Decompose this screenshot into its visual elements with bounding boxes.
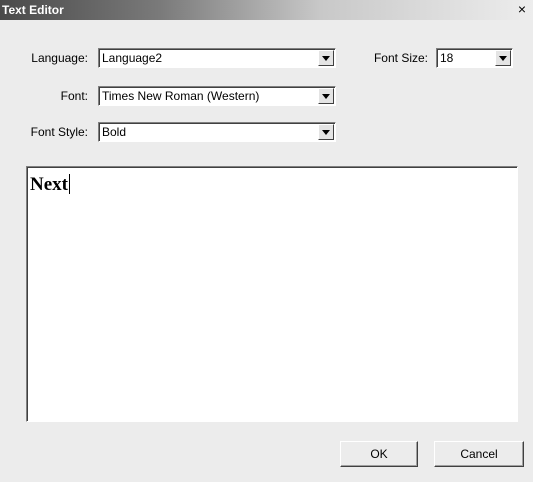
chevron-down-icon [499,56,507,61]
font-style-value: Bold [102,125,127,139]
font-style-select[interactable]: Bold [98,122,336,142]
cancel-button[interactable]: Cancel [434,441,524,467]
font-label: Font: [60,89,88,103]
font-size-dropdown-button[interactable] [495,50,511,66]
editor-content[interactable]: Next [30,173,70,197]
language-dropdown-button[interactable] [318,50,334,66]
font-dropdown-button[interactable] [318,88,334,104]
title-bar[interactable]: Text Editor × [0,0,533,20]
chevron-down-icon [322,94,330,99]
font-size-label: Font Size: [373,51,428,65]
text-editor-area[interactable]: Next [26,166,518,422]
window-title: Text Editor [2,3,64,17]
font-value: Times New Roman (Western) [102,89,260,103]
chevron-down-icon [322,130,330,135]
text-caret [68,174,70,194]
language-value: Language2 [102,51,163,65]
font-style-dropdown-button[interactable] [318,124,334,140]
font-select[interactable]: Times New Roman (Western) [98,86,336,106]
text-editor-dialog: Text Editor × Language: Language2 Font S… [0,0,533,482]
ok-button[interactable]: OK [340,441,418,467]
font-size-value: 18 [440,51,454,65]
close-icon[interactable]: × [514,2,530,18]
font-style-label: Font Style: [30,125,88,139]
language-label: Language: [31,51,88,65]
chevron-down-icon [322,56,330,61]
editor-text: Next [30,174,68,195]
language-select[interactable]: Language2 [98,48,336,68]
font-size-select[interactable]: 18 [436,48,513,68]
